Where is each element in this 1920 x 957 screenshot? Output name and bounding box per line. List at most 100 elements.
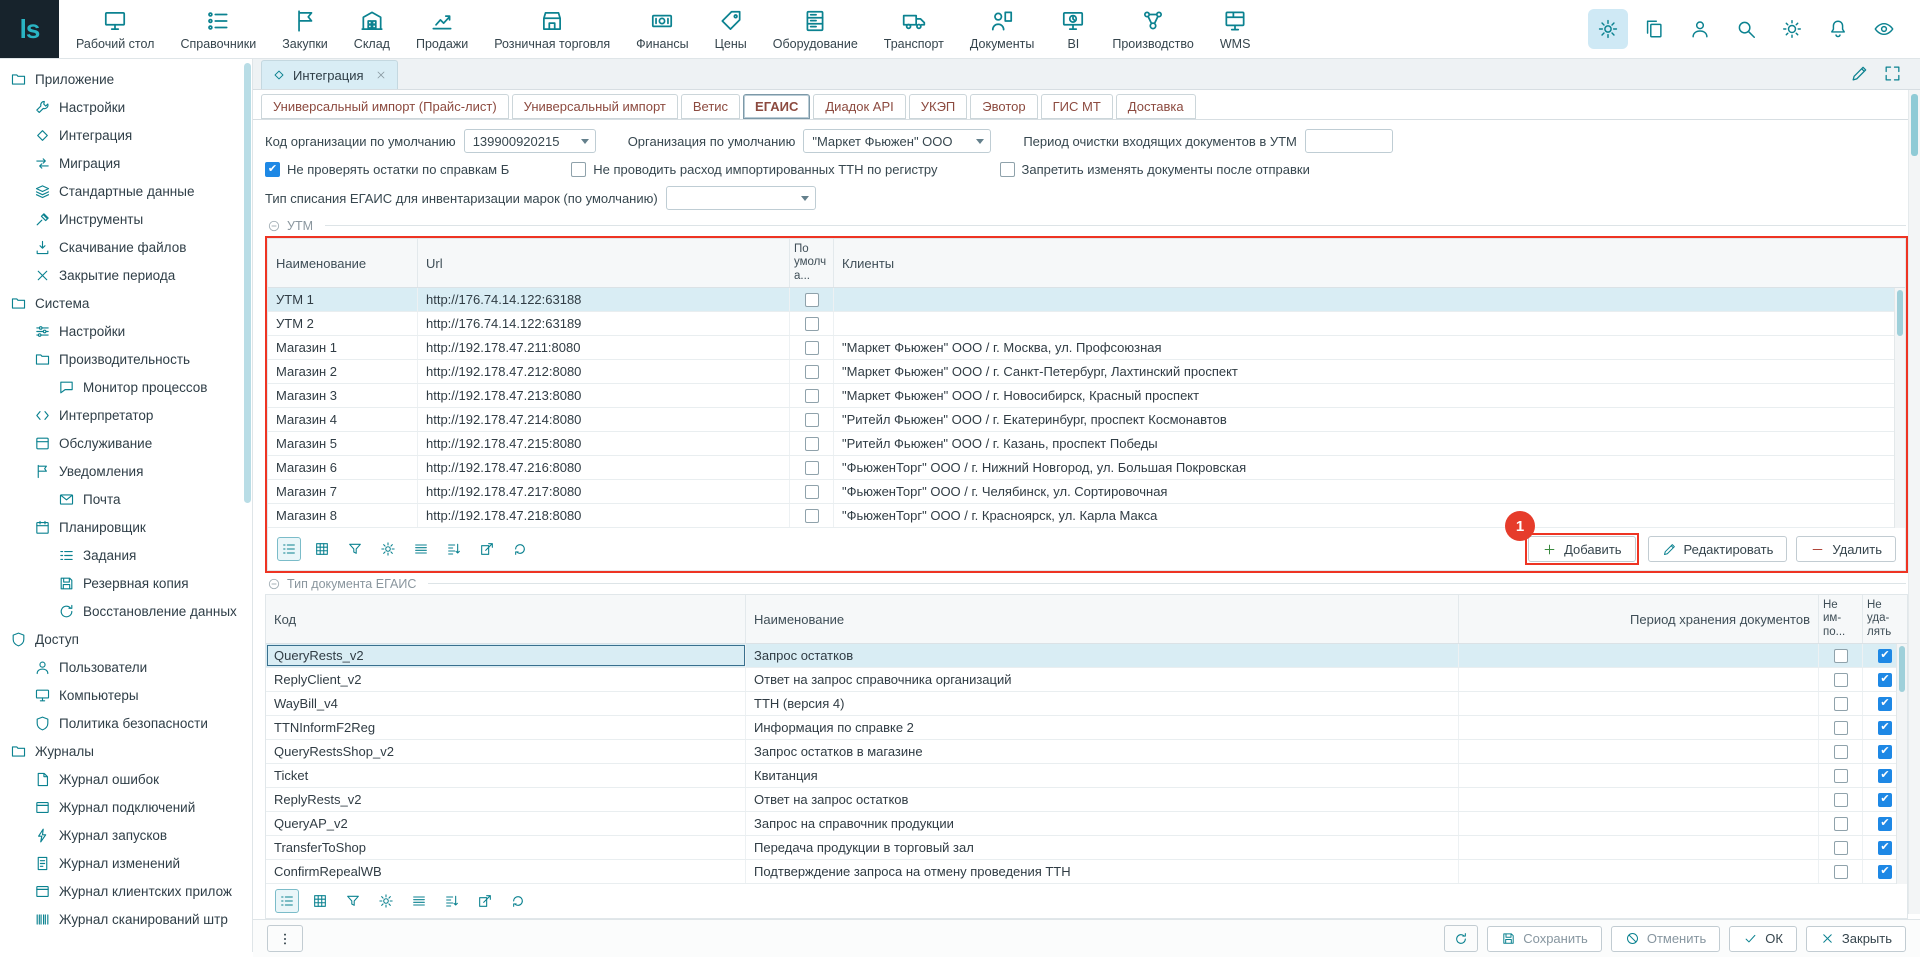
sidebar-item[interactable]: Скачивание файлов: [0, 233, 252, 261]
sidebar-item[interactable]: Почта: [0, 485, 252, 513]
forbid-edit-after-send-checkbox[interactable]: [1000, 162, 1015, 177]
not-import-checkbox[interactable]: [1834, 865, 1848, 879]
lines-icon[interactable]: [407, 889, 431, 913]
save-button[interactable]: Сохранить: [1487, 926, 1602, 952]
sidebar-item[interactable]: Закрытие периода: [0, 261, 252, 289]
doc-type-row[interactable]: QueryRestsShop_v2 Запрос остатков в мага…: [266, 740, 1907, 764]
sidebar-item[interactable]: Журнал сканирований штр: [0, 905, 252, 933]
sidebar-item[interactable]: Настройки: [0, 93, 252, 121]
reload-icon[interactable]: [506, 889, 530, 913]
subtab[interactable]: Универсальный импорт (Прайс-лист): [261, 94, 509, 119]
subtab[interactable]: ЕГАИС: [743, 94, 810, 119]
org-code-select[interactable]: 139900920215: [464, 129, 596, 153]
default-checkbox[interactable]: [805, 365, 819, 379]
default-checkbox[interactable]: [805, 341, 819, 355]
sidebar-item[interactable]: Планировщик: [0, 513, 252, 541]
sortlist-icon[interactable]: [440, 889, 464, 913]
utm-row[interactable]: Магазин 2 http://192.178.47.212:8080 "Ма…: [268, 360, 1905, 384]
column-header[interactable]: По умолча...: [790, 239, 834, 287]
add-button[interactable]: Добавить: [1528, 536, 1635, 562]
not-delete-checkbox[interactable]: [1878, 793, 1892, 807]
toolbar-item[interactable]: Продажи: [403, 0, 481, 58]
numlist-icon[interactable]: [277, 537, 301, 561]
not-delete-checkbox[interactable]: [1878, 649, 1892, 663]
utm-row[interactable]: УТМ 2 http://176.74.14.122:63189: [268, 312, 1905, 336]
search-icon[interactable]: [1726, 9, 1766, 49]
doc-table-scrollbar[interactable]: [1896, 644, 1907, 884]
utm-row[interactable]: УТМ 1 http://176.74.14.122:63188: [268, 288, 1905, 312]
collapse-icon[interactable]: [267, 219, 281, 233]
tab-integration[interactable]: Интеграция: [261, 60, 398, 89]
sidebar-item[interactable]: Интерпретатор: [0, 401, 252, 429]
gear-icon[interactable]: [376, 537, 400, 561]
sidebar-item[interactable]: Система: [0, 289, 252, 317]
sidebar-item[interactable]: Журнал запусков: [0, 821, 252, 849]
default-checkbox[interactable]: [805, 389, 819, 403]
sidebar-item[interactable]: Уведомления: [0, 457, 252, 485]
toolbar-item[interactable]: Справочники: [167, 0, 269, 58]
bell-icon[interactable]: [1818, 9, 1858, 49]
not-import-checkbox[interactable]: [1834, 841, 1848, 855]
sidebar-item[interactable]: Монитор процессов: [0, 373, 252, 401]
subtab[interactable]: Ветис: [681, 94, 740, 119]
column-header[interactable]: Наименование: [746, 595, 1459, 643]
grid-icon[interactable]: [308, 889, 332, 913]
user-icon[interactable]: [1680, 9, 1720, 49]
toolbar-item[interactable]: Склад: [341, 0, 403, 58]
default-checkbox[interactable]: [805, 317, 819, 331]
filter-icon[interactable]: [343, 537, 367, 561]
not-delete-checkbox[interactable]: [1878, 673, 1892, 687]
copy-icon[interactable]: [1634, 9, 1674, 49]
doc-type-row[interactable]: WayBill_v4 ТТН (версия 4): [266, 692, 1907, 716]
toolbar-item[interactable]: Закупки: [269, 0, 341, 58]
not-delete-checkbox[interactable]: [1878, 841, 1892, 855]
not-delete-checkbox[interactable]: [1878, 865, 1892, 879]
doc-type-row[interactable]: ReplyRests_v2 Ответ на запрос остатков: [266, 788, 1907, 812]
subtab[interactable]: Диадок API: [813, 94, 905, 119]
sidebar-item[interactable]: Компьютеры: [0, 681, 252, 709]
doc-type-row[interactable]: Ticket Квитанция: [266, 764, 1907, 788]
utm-row[interactable]: Магазин 6 http://192.178.47.216:8080 "Фь…: [268, 456, 1905, 480]
not-import-checkbox[interactable]: [1834, 745, 1848, 759]
column-header[interactable]: Не им-по...: [1819, 595, 1863, 643]
subtab[interactable]: УКЭП: [909, 94, 968, 119]
doc-type-row[interactable]: TTNInformF2Reg Информация по справке 2: [266, 716, 1907, 740]
utm-row[interactable]: Магазин 1 http://192.178.47.211:8080 "Ма…: [268, 336, 1905, 360]
doc-type-row[interactable]: TransferToShop Передача продукции в торг…: [266, 836, 1907, 860]
column-header[interactable]: Код: [266, 595, 746, 643]
subtab[interactable]: Универсальный импорт: [512, 94, 678, 119]
sidebar-item[interactable]: Журнал изменений: [0, 849, 252, 877]
default-checkbox[interactable]: [805, 293, 819, 307]
sidebar-scrollbar[interactable]: [244, 63, 251, 503]
default-checkbox[interactable]: [805, 437, 819, 451]
default-checkbox[interactable]: [805, 461, 819, 475]
sortlist-icon[interactable]: [442, 537, 466, 561]
sidebar-item[interactable]: Восстановление данных: [0, 597, 252, 625]
default-checkbox[interactable]: [805, 485, 819, 499]
default-checkbox[interactable]: [805, 413, 819, 427]
sidebar-item[interactable]: Журнал ошибок: [0, 765, 252, 793]
not-import-checkbox[interactable]: [1834, 817, 1848, 831]
doc-type-row[interactable]: QueryRests_v2 Запрос остатков: [266, 644, 1907, 668]
sidebar-item[interactable]: Настройки: [0, 317, 252, 345]
edit-button[interactable]: Редактировать: [1648, 536, 1788, 562]
lines-icon[interactable]: [409, 537, 433, 561]
utm-clean-period-input[interactable]: [1305, 129, 1393, 153]
more-actions-button[interactable]: [267, 925, 303, 952]
utm-row[interactable]: Магазин 7 http://192.178.47.217:8080 "Фь…: [268, 480, 1905, 504]
no-check-rests-checkbox[interactable]: [265, 162, 280, 177]
column-header[interactable]: Период хранения документов: [1459, 595, 1819, 643]
numlist-icon[interactable]: [275, 889, 299, 913]
subtab[interactable]: Доставка: [1116, 94, 1196, 119]
tab-close-icon[interactable]: [375, 69, 387, 81]
not-import-checkbox[interactable]: [1834, 673, 1848, 687]
utm-row[interactable]: Магазин 3 http://192.178.47.213:8080 "Ма…: [268, 384, 1905, 408]
toolbar-item[interactable]: Документы: [957, 0, 1047, 58]
sun-icon[interactable]: [1772, 9, 1812, 49]
toolbar-item[interactable]: Рабочий стол: [63, 0, 167, 58]
sidebar-item[interactable]: Производительность: [0, 345, 252, 373]
eye-icon[interactable]: [1864, 9, 1904, 49]
not-delete-checkbox[interactable]: [1878, 721, 1892, 735]
sidebar-item[interactable]: Журнал подключений: [0, 793, 252, 821]
main-scrollbar[interactable]: [1908, 90, 1920, 914]
